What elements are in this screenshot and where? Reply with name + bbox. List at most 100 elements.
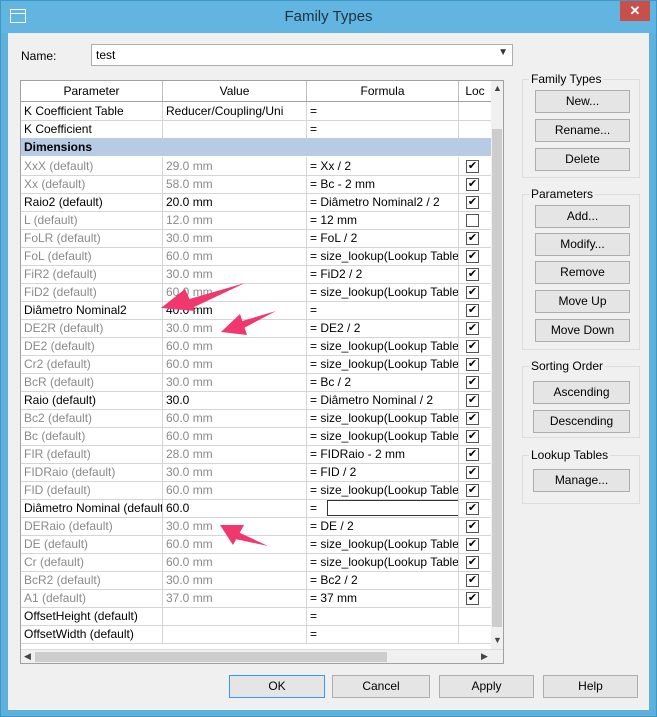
table-row[interactable]: K Coefficient Table Reducer/Coupling/Uni = <box>21 102 491 121</box>
parameter-name-cell[interactable]: DE2R (default) <box>21 319 163 337</box>
table-row[interactable]: FiD2 (default) 60.0 mm = size_lookup(Looku… <box>21 283 491 302</box>
lock-cell[interactable]: ✔ <box>459 463 491 481</box>
lock-checkbox[interactable]: ✔ <box>466 160 479 173</box>
lock-cell[interactable]: ✔ <box>459 337 491 355</box>
lock-cell[interactable]: ✔ <box>459 589 491 607</box>
lock-checkbox[interactable]: ✔ <box>466 484 479 497</box>
column-header-value[interactable]: Value <box>163 81 307 101</box>
value-cell[interactable] <box>163 120 307 138</box>
table-row[interactable]: K Coefficient = <box>21 120 491 139</box>
lock-cell[interactable]: ✔ <box>459 283 491 301</box>
lock-cell[interactable]: ✔ <box>459 301 491 319</box>
value-cell[interactable]: 30.0 mm <box>163 571 307 589</box>
value-cell[interactable]: 12.0 mm <box>163 211 307 229</box>
formula-cell[interactable]: = size_lookup(Lookup Table <box>307 553 459 571</box>
lock-cell[interactable]: ✔ <box>459 445 491 463</box>
lock-checkbox[interactable]: ✔ <box>466 592 479 605</box>
formula-edit-input[interactable] <box>327 500 458 516</box>
value-cell[interactable]: 29.0 mm <box>163 157 307 175</box>
lock-cell[interactable]: ✔ <box>459 247 491 265</box>
scroll-down-icon[interactable]: ▼ <box>493 635 502 645</box>
lock-cell[interactable]: ✔ <box>459 319 491 337</box>
value-cell[interactable]: 28.0 mm <box>163 445 307 463</box>
lock-cell[interactable]: ✔ <box>459 499 491 517</box>
parameter-name-cell[interactable]: K Coefficient Table <box>21 102 163 120</box>
formula-cell[interactable]: = FoL / 2 <box>307 229 459 247</box>
formula-cell[interactable]: = FIDRaio - 2 mm <box>307 445 459 463</box>
formula-cell[interactable]: = Bc2 / 2 <box>307 571 459 589</box>
formula-cell[interactable]: = Xx / 2 <box>307 157 459 175</box>
formula-cell[interactable]: = Diâmetro Nominal / 2 <box>307 391 459 409</box>
table-row[interactable]: XxX (default) 29.0 mm = Xx / 2 ✔ <box>21 157 491 176</box>
formula-cell[interactable]: = size_lookup(Lookup Table <box>307 481 459 499</box>
move-up-button[interactable]: Move Up <box>535 290 630 313</box>
value-cell[interactable]: 30.0 mm <box>163 229 307 247</box>
value-cell[interactable]: 60.0 mm <box>163 553 307 571</box>
column-header-lock[interactable]: Loc <box>459 81 491 101</box>
formula-cell[interactable]: = FID / 2 <box>307 463 459 481</box>
formula-cell[interactable]: = <box>307 120 459 138</box>
horizontal-scrollbar[interactable]: ◀ ▶ <box>21 649 503 663</box>
lock-cell[interactable] <box>459 625 491 643</box>
value-cell[interactable]: 20.0 mm <box>163 193 307 211</box>
title-bar[interactable]: Family Types ✕ <box>1 1 656 33</box>
table-row[interactable]: Cr (default) 60.0 mm = size_lookup(Lookup … <box>21 553 491 572</box>
lock-cell[interactable]: ✔ <box>459 427 491 445</box>
table-row[interactable]: L (default) 12.0 mm = 12 mm <box>21 211 491 230</box>
table-row[interactable]: OffsetHeight (default) = <box>21 607 491 626</box>
lock-cell[interactable] <box>459 211 491 229</box>
formula-cell[interactable]: = size_lookup(Lookup Table <box>307 427 459 445</box>
parameter-name-cell[interactable]: Raio (default) <box>21 391 163 409</box>
ascending-button[interactable]: Ascending <box>533 381 630 404</box>
formula-cell[interactable]: = size_lookup(Lookup Table <box>307 283 459 301</box>
value-cell[interactable] <box>163 625 307 643</box>
table-row[interactable]: Diâmetro Nominal (default) 60.0 = ✔ <box>21 499 491 518</box>
value-cell[interactable]: 30.0 <box>163 391 307 409</box>
table-row[interactable]: DE2 (default) 60.0 mm = size_lookup(Lookup… <box>21 337 491 356</box>
lock-checkbox[interactable]: ✔ <box>466 538 479 551</box>
parameter-name-cell[interactable]: FoLR (default) <box>21 229 163 247</box>
table-row[interactable]: DE (default) 60.0 mm = size_lookup(Lookup … <box>21 535 491 554</box>
lock-checkbox[interactable]: ✔ <box>466 322 479 335</box>
table-row[interactable]: BcR (default) 30.0 mm = Bc / 2 ✔ <box>21 373 491 392</box>
lock-cell[interactable] <box>459 102 491 120</box>
formula-cell[interactable]: = Bc - 2 mm <box>307 175 459 193</box>
lock-cell[interactable]: ✔ <box>459 481 491 499</box>
value-cell[interactable]: 40.0 mm <box>163 301 307 319</box>
parameter-name-cell[interactable]: Xx (default) <box>21 175 163 193</box>
lock-checkbox[interactable]: ✔ <box>466 556 479 569</box>
table-row[interactable]: FiR2 (default) 30.0 mm = FiD2 / 2 ✔ <box>21 265 491 284</box>
lock-checkbox[interactable]: ✔ <box>466 502 479 515</box>
value-cell[interactable]: 60.0 mm <box>163 355 307 373</box>
value-cell[interactable] <box>163 607 307 625</box>
modify-parameter-button[interactable]: Modify... <box>535 233 630 256</box>
parameter-name-cell[interactable]: L (default) <box>21 211 163 229</box>
parameter-name-cell[interactable]: FIDRaio (default) <box>21 463 163 481</box>
table-row[interactable]: FIR (default) 28.0 mm = FIDRaio - 2 mm ✔ <box>21 445 491 464</box>
group-row-dimensions[interactable]: Dimensions <box>21 138 491 156</box>
rename-type-button[interactable]: Rename... <box>535 119 630 142</box>
lock-checkbox[interactable]: ✔ <box>466 466 479 479</box>
close-button[interactable]: ✕ <box>620 1 650 21</box>
parameter-name-cell[interactable]: Diâmetro Nominal (default) <box>21 499 163 517</box>
table-row[interactable]: Raio2 (default) 20.0 mm = Diâmetro Nominal… <box>21 193 491 212</box>
lock-cell[interactable]: ✔ <box>459 193 491 211</box>
parameter-name-cell[interactable]: BcR (default) <box>21 373 163 391</box>
value-cell[interactable]: 60.0 <box>163 499 307 517</box>
lock-checkbox[interactable]: ✔ <box>466 268 479 281</box>
lock-cell[interactable]: ✔ <box>459 553 491 571</box>
formula-cell[interactable]: = FiD2 / 2 <box>307 265 459 283</box>
lock-checkbox[interactable]: ✔ <box>466 448 479 461</box>
formula-cell[interactable]: = size_lookup(Lookup Table <box>307 409 459 427</box>
parameter-name-cell[interactable]: FoL (default) <box>21 247 163 265</box>
lock-checkbox[interactable]: ✔ <box>466 430 479 443</box>
parameter-name-cell[interactable]: Bc (default) <box>21 427 163 445</box>
lock-cell[interactable]: ✔ <box>459 373 491 391</box>
lock-checkbox[interactable]: ✔ <box>466 574 479 587</box>
move-down-button[interactable]: Move Down <box>535 319 630 342</box>
value-cell[interactable]: 30.0 mm <box>163 319 307 337</box>
value-cell[interactable]: 37.0 mm <box>163 589 307 607</box>
lock-cell[interactable]: ✔ <box>459 571 491 589</box>
value-cell[interactable]: 60.0 mm <box>163 427 307 445</box>
parameter-name-cell[interactable]: A1 (default) <box>21 589 163 607</box>
